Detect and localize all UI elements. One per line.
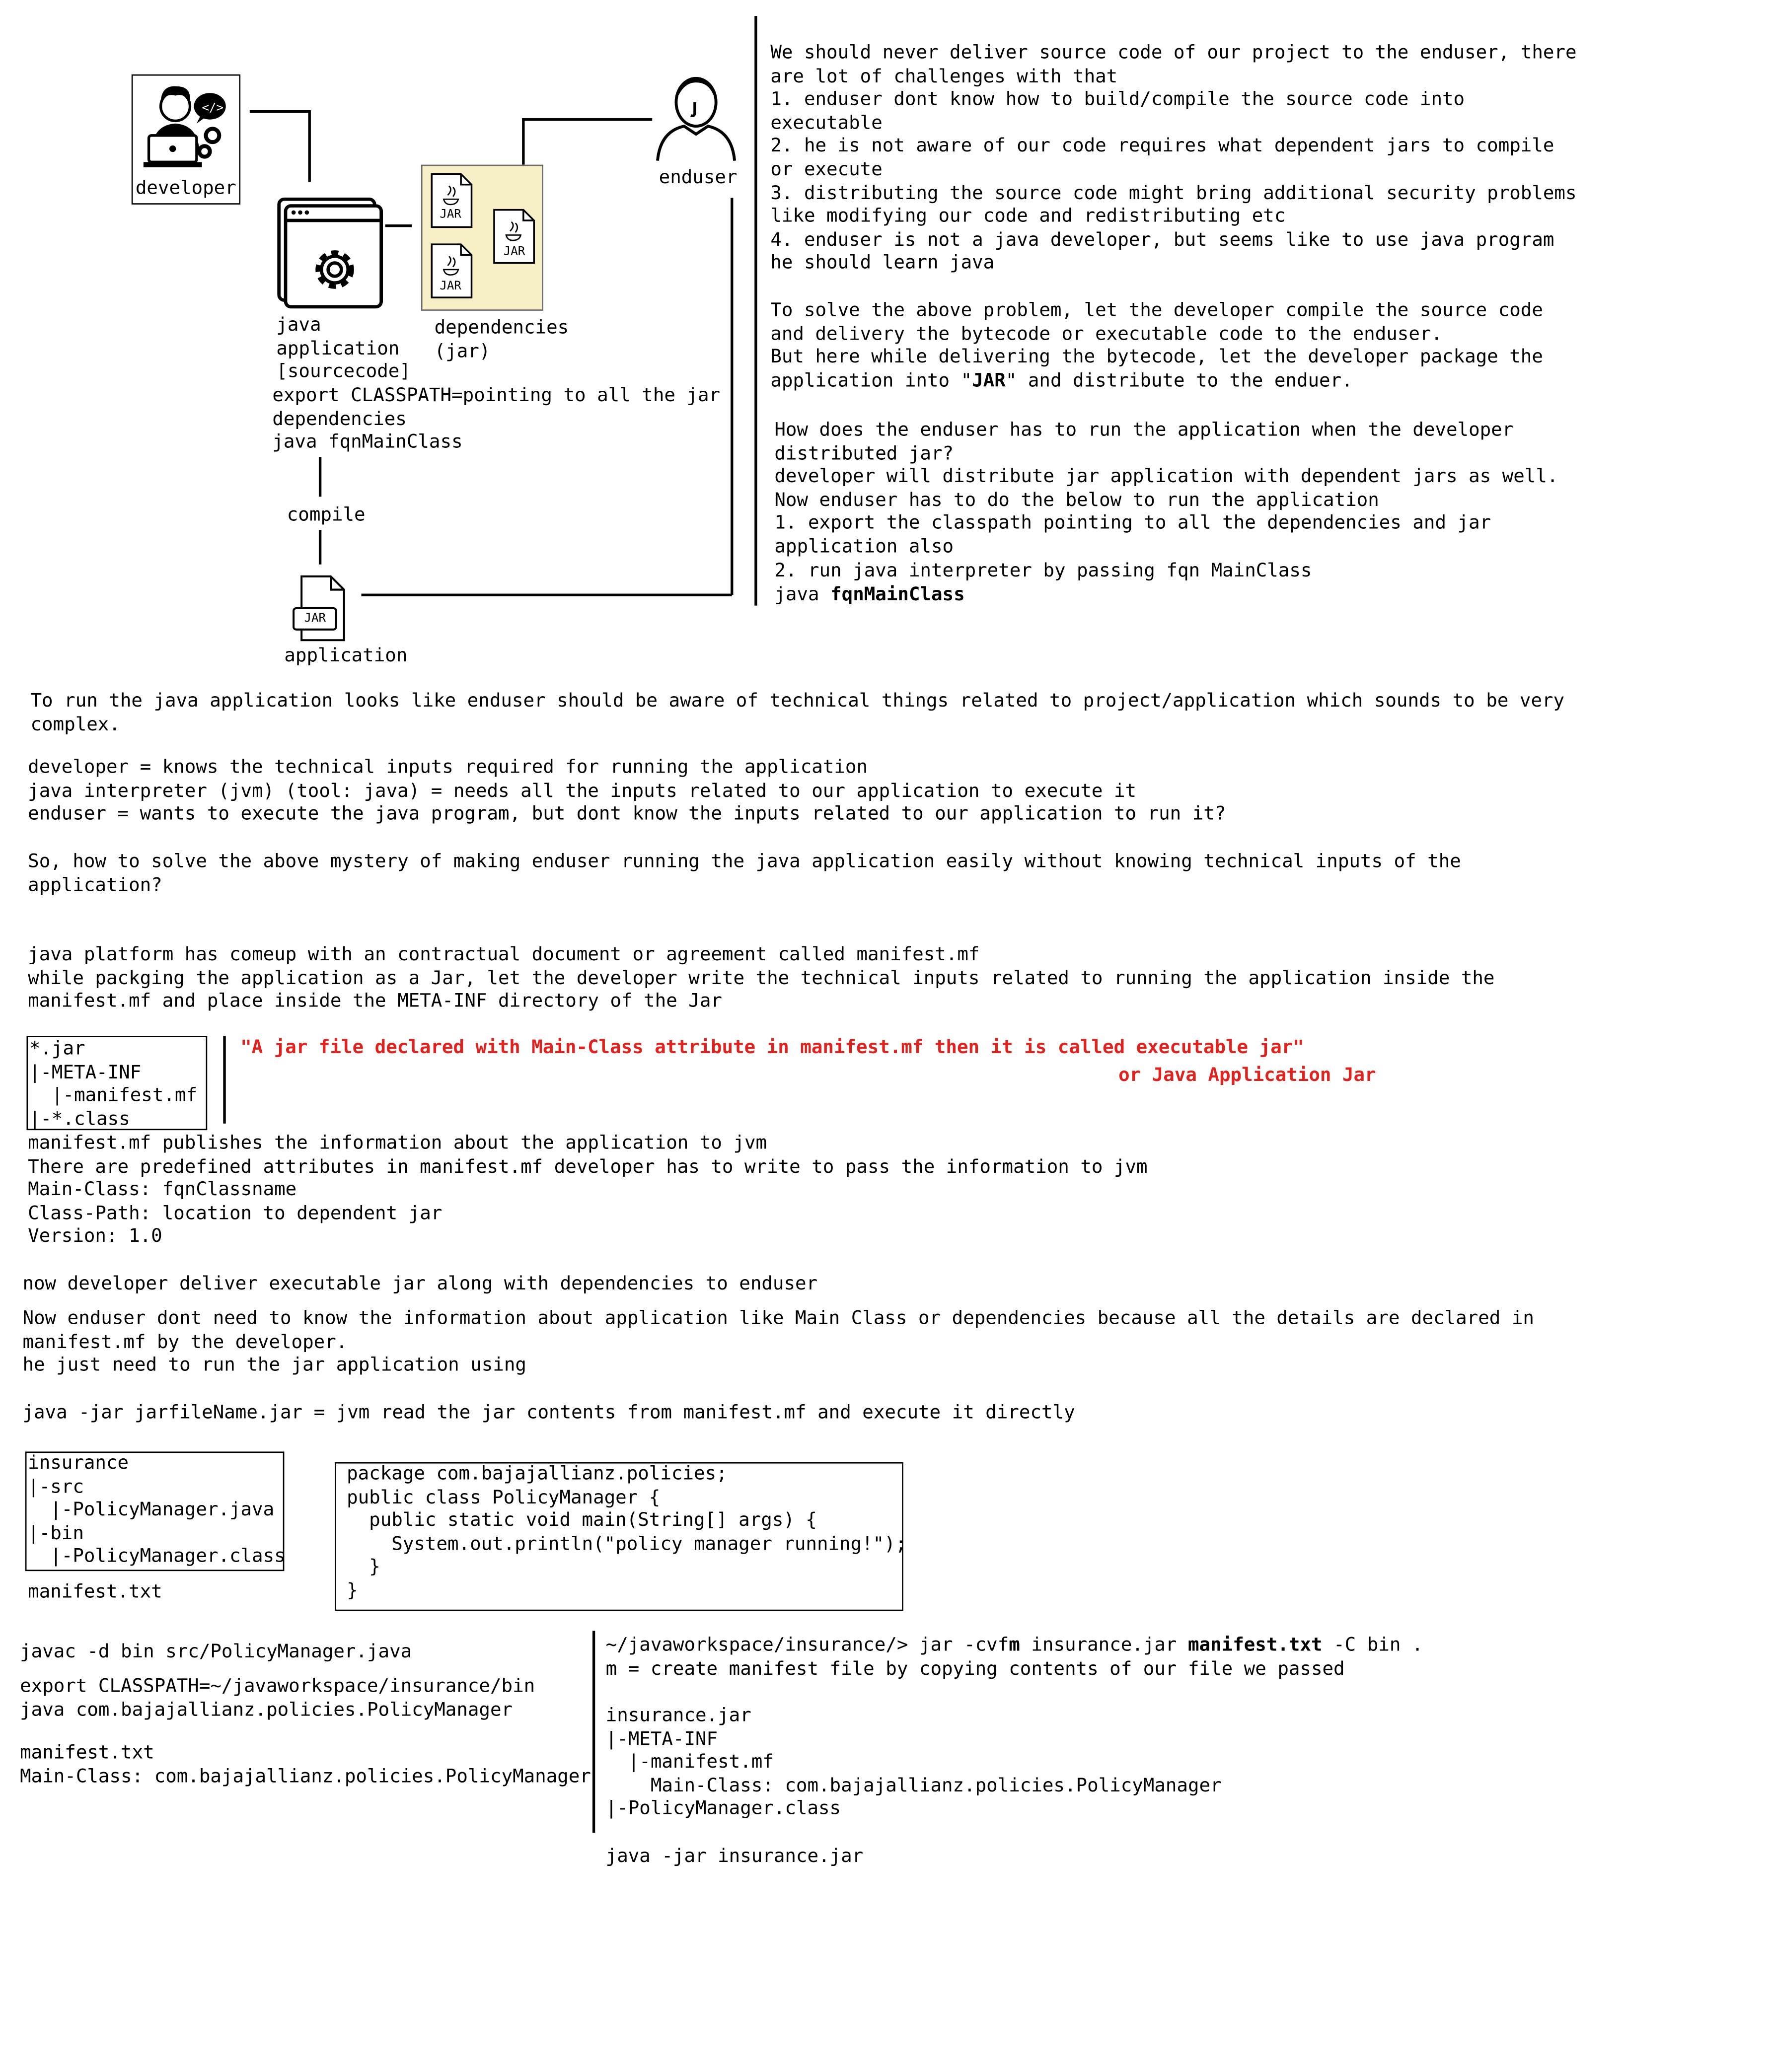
project-structure: insurance |-src |-PolicyManager.java |-b… xyxy=(28,1453,286,1568)
paragraph: manifest.mf publishes the information ab… xyxy=(28,1133,1148,1248)
gear-app-icon xyxy=(277,197,383,309)
manifest-file-label: manifest.txt xyxy=(28,1581,162,1603)
compile-command: javac -d bin src/PolicyManager.java xyxy=(20,1641,412,1663)
connector xyxy=(385,224,412,227)
connector xyxy=(361,593,732,596)
manifest-content: manifest.txt Main-Class: com.bajajallian… xyxy=(20,1742,591,1787)
challenges-text: We should never deliver source code of o… xyxy=(770,42,1577,274)
connector xyxy=(308,110,310,182)
developer-label: developer xyxy=(135,178,236,200)
paragraph: So, how to solve the above mystery of ma… xyxy=(28,851,1461,896)
jar-badge: JAR xyxy=(440,280,461,294)
notes-page: </> developer java application [sourceco… xyxy=(0,0,1772,2072)
run-jar-command: java -jar insurance.jar xyxy=(605,1846,864,1867)
jar-badge: JAR xyxy=(503,245,525,259)
policy-manager-code: package com.bajajallianz.policies; publi… xyxy=(347,1463,907,1602)
paragraph: java platform has comeup with an contrac… xyxy=(28,944,1495,1012)
developer-icon: </> xyxy=(143,86,226,168)
dependencies-label: dependencies (jar) xyxy=(434,317,569,362)
executable-jar-quote: "A jar file declared with Main-Class att… xyxy=(240,1037,1304,1059)
divider xyxy=(223,1036,225,1124)
divider xyxy=(592,1631,594,1833)
enduser-label: enduser xyxy=(659,167,738,189)
connector xyxy=(522,118,524,165)
application-label: application xyxy=(284,645,408,667)
connector xyxy=(522,118,653,121)
jar-badge: JAR xyxy=(304,612,326,626)
java-run-command: java fqnMainClass xyxy=(774,584,965,606)
paragraph: java -jar jarfileName.jar = jvm read the… xyxy=(22,1402,1075,1424)
jar-structure: *.jar |-META-INF |-manifest.mf |-*.class xyxy=(29,1038,198,1130)
svg-text:</>: </> xyxy=(202,101,223,115)
insurance-jar-structure: insurance.jar |-META-INF |-manifest.mf M… xyxy=(605,1705,1222,1820)
connector xyxy=(249,110,310,113)
jar-command-note: m = create manifest file by copying cont… xyxy=(605,1658,1345,1680)
jar-create-command: ~/javaworkspace/insurance/> jar -cvfm in… xyxy=(605,1635,1423,1656)
how-to-run-text: How does the enduser has to run the appl… xyxy=(774,420,1558,581)
java-app-label: java application [sourcecode] xyxy=(276,314,411,383)
classpath-note: export CLASSPATH=pointing to all the jar… xyxy=(272,385,721,453)
connector xyxy=(731,198,733,595)
connector xyxy=(318,457,321,497)
run-commands: export CLASSPATH=~/javaworkspace/insuran… xyxy=(20,1676,535,1721)
jar-badge: JAR xyxy=(440,208,461,222)
paragraph: now developer deliver executable jar alo… xyxy=(22,1274,818,1295)
paragraph: developer = knows the technical inputs r… xyxy=(28,757,1226,825)
connector xyxy=(318,530,321,565)
compile-label: compile xyxy=(287,504,366,526)
solution-text: To solve the above problem, let the deve… xyxy=(770,300,1543,392)
vertical-divider xyxy=(754,16,757,606)
jar-archive-icon xyxy=(293,575,345,642)
executable-jar-quote-alt: or Java Application Jar xyxy=(1118,1065,1376,1086)
paragraph: To run the java application looks like e… xyxy=(30,690,1565,735)
user-icon xyxy=(656,76,737,161)
paragraph: Now enduser dont need to know the inform… xyxy=(22,1308,1534,1376)
